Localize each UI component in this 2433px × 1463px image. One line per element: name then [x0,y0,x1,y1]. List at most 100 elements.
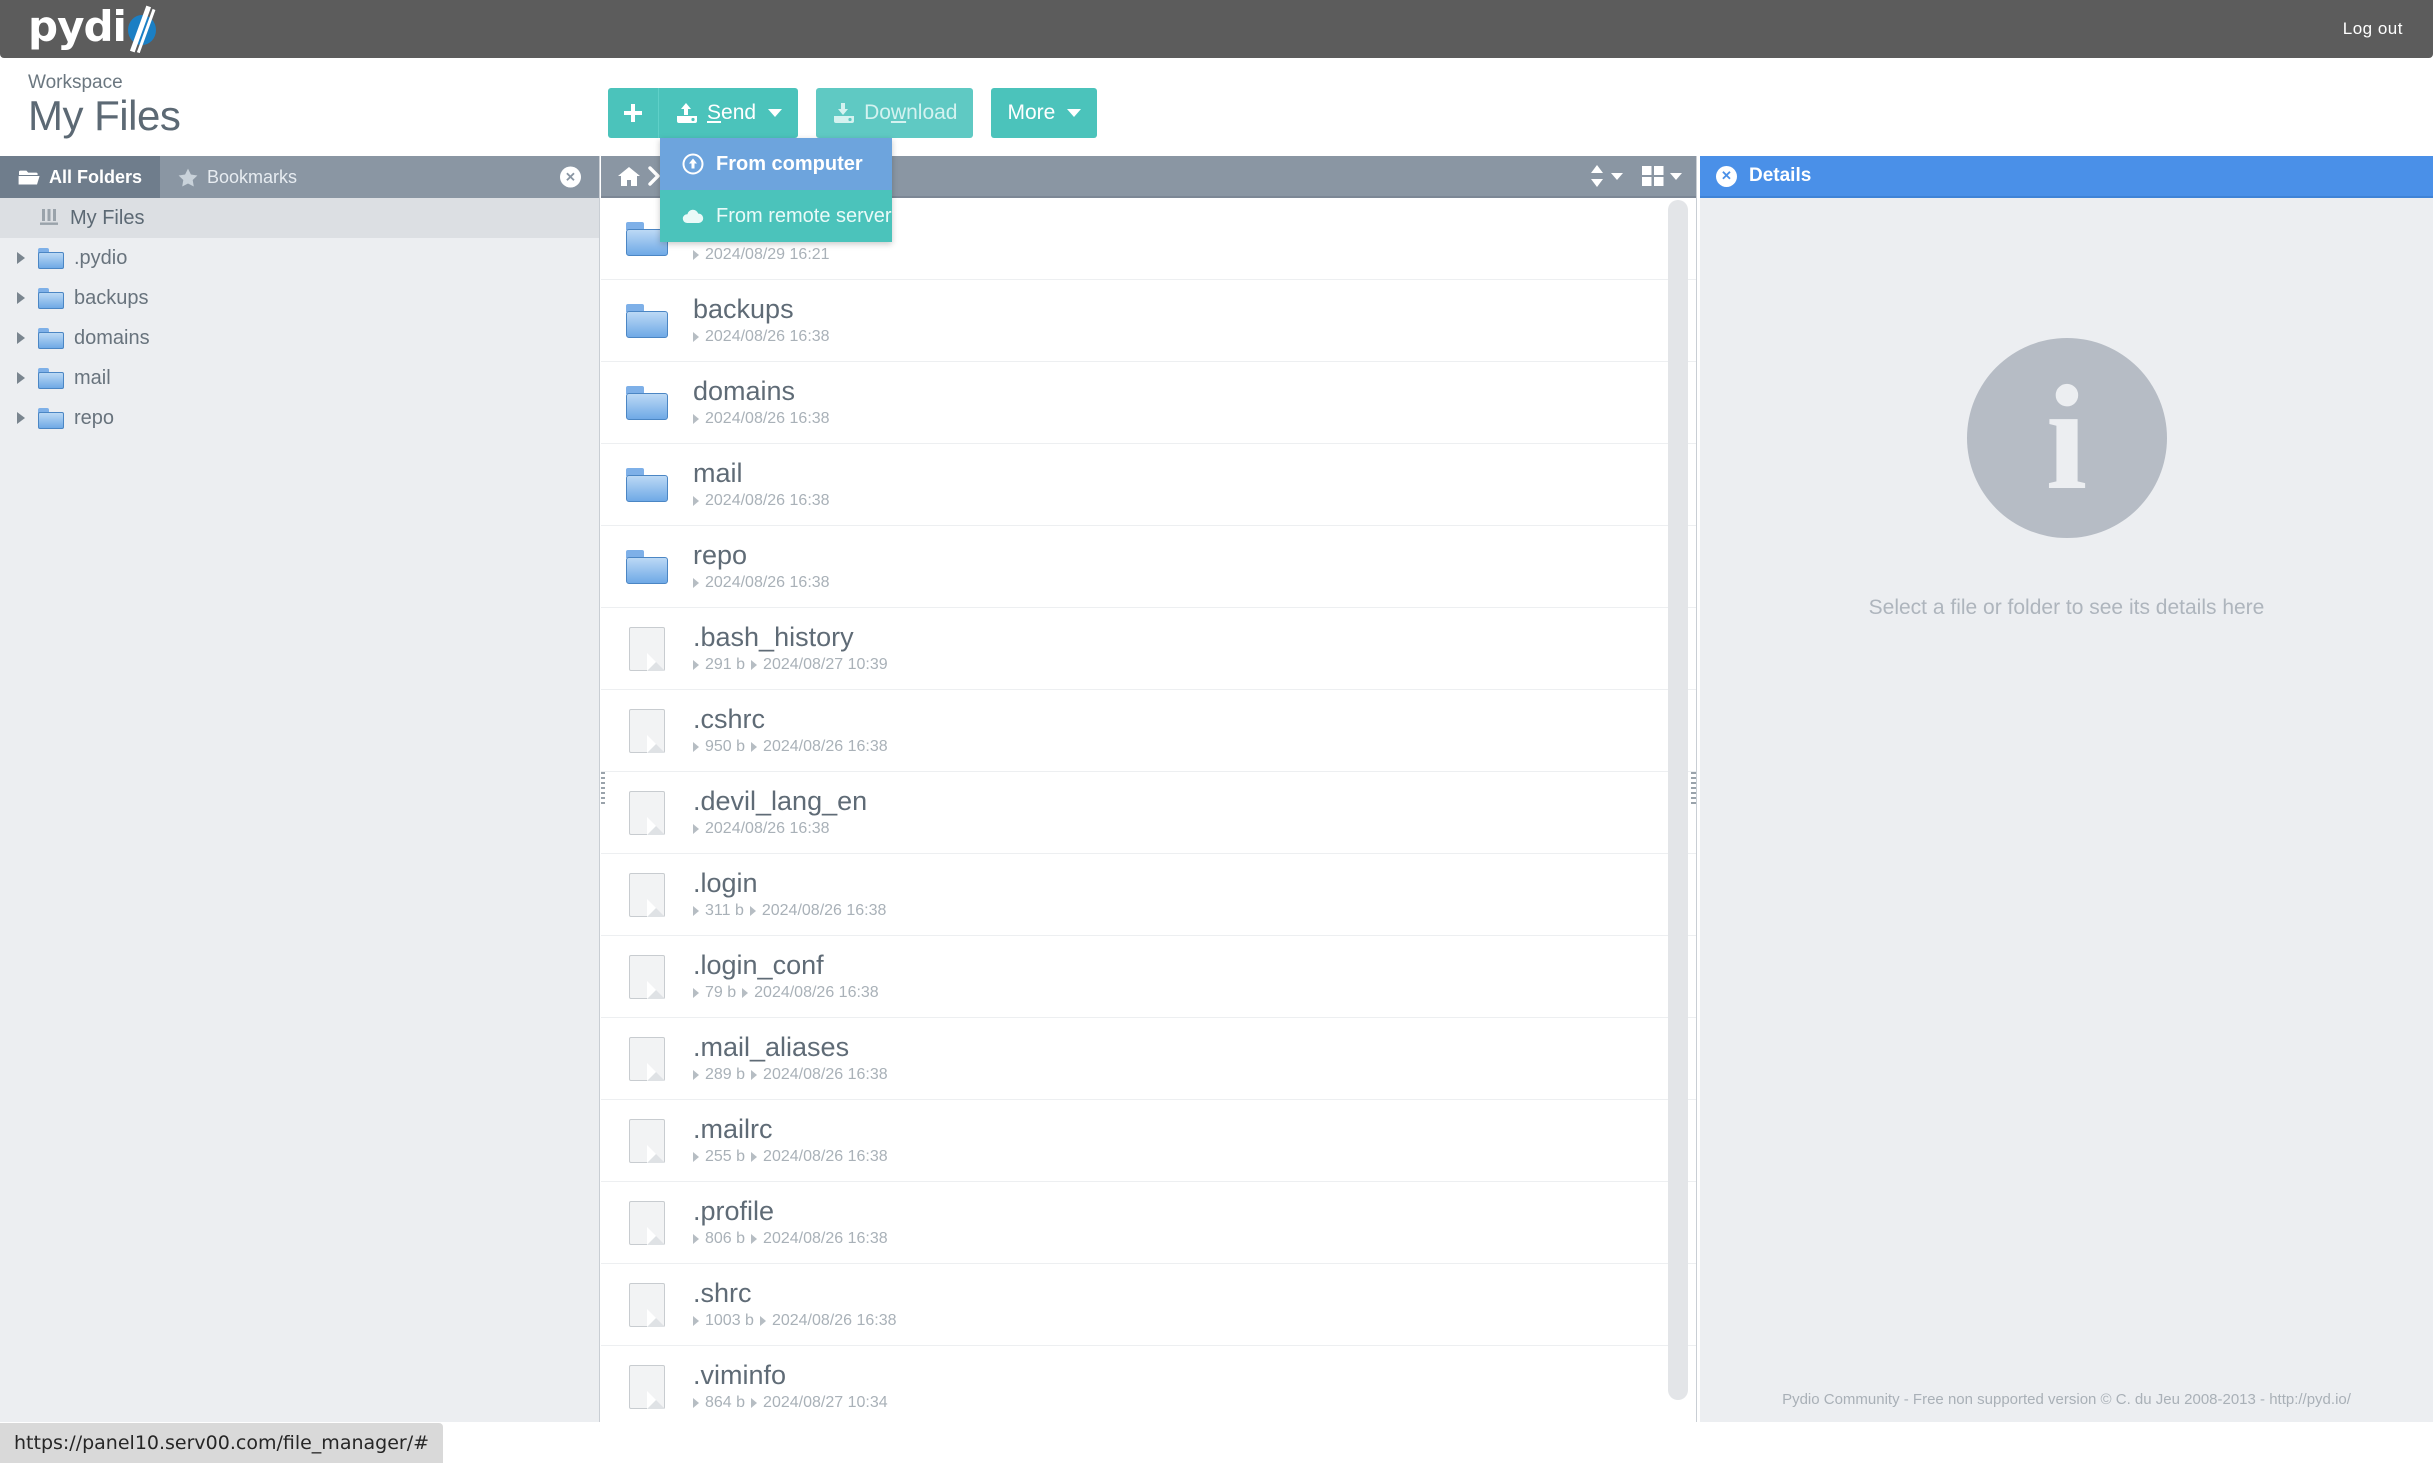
tab-label: All Folders [49,166,143,187]
file-date: 2024/08/26 16:38 [763,1230,888,1248]
chevron-right-icon [751,1070,758,1081]
chevron-right-icon [751,1398,758,1409]
upload-circle-icon [682,153,704,175]
table-row[interactable]: domains 2024/08/26 16:38 [601,362,1696,444]
close-circle-icon[interactable]: ✕ [560,166,581,188]
file-icon [623,872,671,917]
status-bar-url: https://panel10.serv00.com/file_manager/… [0,1423,444,1463]
more-button[interactable]: More [991,88,1098,138]
tree-item-repo[interactable]: repo [0,398,599,438]
send-button[interactable]: Send [658,88,799,138]
chevron-down-icon [1067,109,1082,117]
scrollbar-thumb[interactable] [1668,200,1688,1400]
download-label: Download [864,101,958,124]
table-row[interactable]: .login 311 b 2024/08/26 16:38 [601,854,1696,936]
table-row[interactable]: repo 2024/08/26 16:38 [601,526,1696,608]
chevron-right-icon[interactable] [14,332,28,344]
file-date: 2024/08/26 16:38 [763,738,888,756]
chevron-right-icon [693,414,699,425]
menu-item-from-computer[interactable]: From computer [660,138,892,190]
table-row[interactable]: .mail_aliases 289 b 2024/08/26 16:38 [601,1018,1696,1100]
file-size: 864 b [705,1394,746,1412]
file-name: .shrc [693,1277,752,1308]
table-row[interactable]: .shrc 1003 b 2024/08/26 16:38 [601,1264,1696,1346]
file-subinfo: 2024/08/26 16:38 [693,492,830,510]
folder-icon [38,407,64,429]
file-name: .login [693,867,758,898]
row-meta: .profile 806 b 2024/08/26 16:38 [693,1196,888,1248]
breadcrumb[interactable] [617,166,661,187]
tree-item-domains[interactable]: domains [0,318,599,358]
table-row[interactable]: .bash_history 291 b 2024/08/27 10:39 [601,608,1696,690]
details-empty-hint: Select a file or folder to see its detai… [1868,596,2265,619]
sidebar-tabs: All Folders Bookmarks ✕ [0,156,599,198]
menu-item-from-remote-server[interactable]: From remote server [660,190,892,242]
chevron-right-icon[interactable] [14,412,28,424]
table-row[interactable]: .mailrc 255 b 2024/08/26 16:38 [601,1100,1696,1182]
table-row[interactable]: .viminfo 864 b 2024/08/27 10:34 [601,1346,1696,1422]
file-list-scrollbar[interactable] [1668,200,1688,1416]
close-circle-icon[interactable]: ✕ [1716,165,1737,187]
logo-text: pydi [28,2,127,51]
chevron-right-icon [693,250,699,261]
table-row[interactable]: .profile 806 b 2024/08/26 16:38 [601,1182,1696,1264]
new-button[interactable] [608,88,658,138]
table-row[interactable]: .login_conf 79 b 2024/08/26 16:38 [601,936,1696,1018]
panel-resize-handle-right[interactable] [1691,772,1696,806]
file-name: .cshrc [693,703,766,734]
file-size: 289 b [705,1066,746,1084]
table-row[interactable]: .devil_lang_en 2024/08/26 16:38 [601,772,1696,854]
chevron-right-icon [693,1398,699,1409]
chevron-right-icon[interactable] [14,372,28,384]
file-subinfo: 2024/08/26 16:38 [693,574,830,592]
file-subinfo: 2024/08/26 16:38 [693,820,867,838]
panel-resize-handle-left[interactable] [601,772,605,806]
file-subinfo: 950 b 2024/08/26 16:38 [693,738,888,756]
file-size: 255 b [705,1148,746,1166]
file-date: 2024/08/26 16:38 [705,574,830,592]
home-icon[interactable] [617,166,641,187]
table-row[interactable]: mail 2024/08/26 16:38 [601,444,1696,526]
chevron-right-icon[interactable] [14,292,28,304]
tree-item-label: mail [74,366,111,389]
main-toolbar: Send Download More [608,88,1098,138]
folder-icon [38,287,64,309]
tree-item-backups[interactable]: backups [0,278,599,318]
tree-item-label: .pydio [74,246,128,269]
tree-item-mail[interactable]: mail [0,358,599,398]
logout-button[interactable]: Log out [2343,19,2433,39]
send-dropdown-menu[interactable]: From computer From remote server [660,138,892,242]
file-date: 2024/08/27 10:39 [763,656,888,674]
download-icon [834,103,855,123]
info-icon: i [1966,338,2167,538]
chevron-right-icon [751,660,758,671]
table-row[interactable]: .cshrc 950 b 2024/08/26 16:38 [601,690,1696,772]
page-title: My Files [28,92,181,139]
file-date: 2024/08/29 16:21 [705,246,830,264]
file-date: 2024/08/26 16:38 [761,902,887,920]
file-subinfo: 255 b 2024/08/26 16:38 [693,1148,888,1166]
tab-all-folders[interactable]: All Folders [0,156,161,198]
app-logo[interactable]: pydi [0,2,164,53]
row-meta: .bash_history 291 b 2024/08/27 10:39 [693,621,888,674]
tree-item-my-files[interactable]: My Files [0,198,599,238]
tree-item-label: My Files [70,206,145,229]
row-meta: .viminfo 864 b 2024/08/27 10:34 [693,1360,888,1412]
tab-bookmarks[interactable]: Bookmarks [160,156,315,198]
details-title: Details [1749,165,1812,186]
download-button[interactable]: Download [816,88,974,138]
chevron-right-icon [751,1234,758,1245]
chevron-right-icon [693,988,699,999]
workspace-header: Workspace My Files [0,58,2433,156]
tree-item-pydio[interactable]: .pydio [0,238,599,278]
view-mode-button[interactable] [1641,164,1682,188]
chevron-right-icon[interactable] [14,252,28,264]
file-date: 2024/08/26 16:38 [763,1148,888,1166]
chevron-right-icon [693,578,699,589]
file-date: 2024/08/26 16:38 [763,1066,888,1084]
workspace-icon [40,209,58,225]
table-row[interactable]: backups 2024/08/26 16:38 [601,280,1696,362]
sort-button[interactable] [1588,164,1623,188]
file-name: .bash_history [693,621,854,652]
folder-icon [38,367,64,389]
